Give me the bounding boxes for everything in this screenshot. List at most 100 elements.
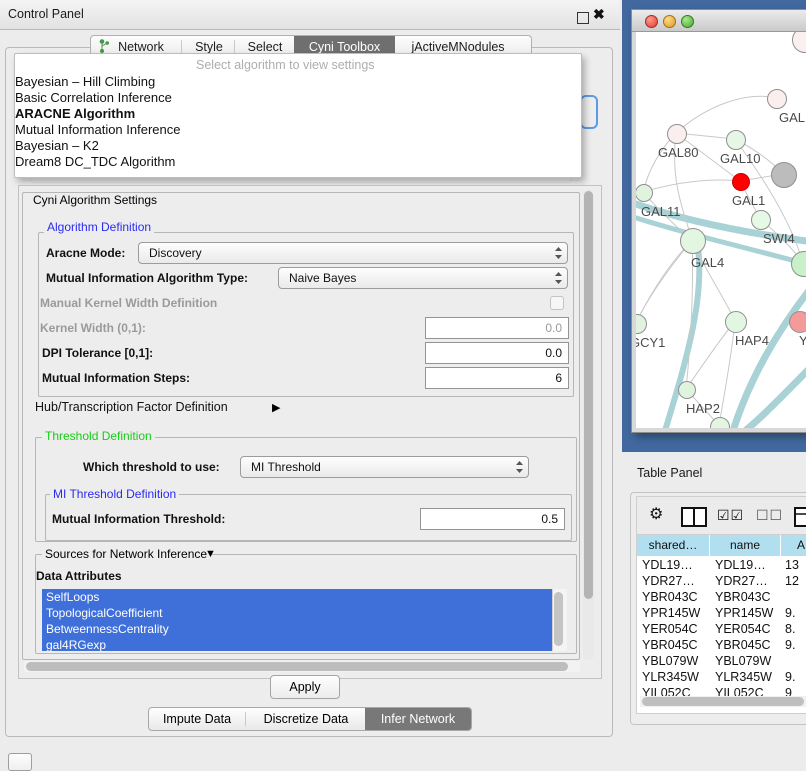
mutual-information-threshold-value: 0.5: [541, 512, 558, 526]
network-node[interactable]: [767, 89, 787, 109]
network-node[interactable]: [667, 124, 687, 144]
apply-button[interactable]: Apply: [270, 675, 340, 699]
control-panel-titlebar: [0, 0, 620, 30]
close-icon[interactable]: ✖: [593, 6, 605, 23]
mi-steps-input[interactable]: 6: [425, 367, 569, 389]
network-node-icon: [98, 39, 110, 53]
cell-shared: YPR145W: [642, 606, 700, 620]
mi-algorithm-type-combo[interactable]: Naive Bayes: [278, 267, 568, 289]
mi-algorithm-type-label: Mutual Information Algorithm Type:: [46, 271, 248, 285]
popup-item-aracne-algorithm[interactable]: ARACNE Algorithm: [15, 106, 135, 121]
manual-kernel-width-checkbox[interactable]: [550, 296, 564, 310]
tab-impute-data[interactable]: Impute Data: [149, 708, 245, 730]
list-item[interactable]: TopologicalCoefficient: [46, 606, 163, 620]
popup-item-bayesian-k2[interactable]: Bayesian – K2: [15, 138, 99, 153]
cell-a: 12: [785, 574, 799, 588]
tab-infer-network[interactable]: Infer Network: [365, 708, 471, 730]
cell-name: YER054C: [715, 622, 771, 636]
algorithm-definition-title: Algorithm Definition: [44, 220, 154, 234]
data-attributes-list[interactable]: SelfLoops TopologicalCoefficient Between…: [42, 589, 552, 651]
cell-shared: YBR043C: [642, 590, 698, 604]
cyni-bottom-tabs: Impute Data Discretize Data Infer Networ…: [148, 707, 472, 731]
which-threshold-combo[interactable]: MI Threshold: [240, 456, 529, 478]
column-header-a[interactable]: A: [781, 535, 806, 556]
table-panel-table[interactable]: shared… name A YDL19… YDL19… 13 YDR27… Y…: [636, 534, 806, 714]
dpi-tolerance-value: 0.0: [545, 346, 562, 360]
network-node[interactable]: [725, 311, 747, 333]
node-label: GAL4: [691, 255, 724, 270]
minimize-button[interactable]: [663, 15, 676, 28]
cell-a: 9.: [785, 670, 795, 684]
cell-name: YLR345W: [715, 670, 772, 684]
kernel-width-label: Kernel Width (0,1):: [40, 321, 146, 335]
zoom-button[interactable]: [681, 15, 694, 28]
node-label: GAL11: [641, 204, 681, 219]
data-attributes-list-scrollbar-thumb[interactable]: [554, 592, 563, 646]
data-attributes-label: Data Attributes: [36, 569, 122, 583]
cell-a: 9.: [785, 638, 795, 652]
node-label: HAP4: [735, 333, 769, 348]
close-button[interactable]: [645, 15, 658, 28]
cell-a: 13: [785, 558, 799, 572]
hub-transcription-factor-section[interactable]: Hub/Transcription Factor Definition: [35, 400, 228, 414]
mi-threshold-definition-title: MI Threshold Definition: [50, 487, 179, 501]
node-label: GAL: [779, 110, 805, 125]
network-node[interactable]: [751, 210, 771, 230]
triangle-down-icon[interactable]: ▼: [205, 548, 216, 560]
cell-shared: YER054C: [642, 622, 698, 636]
mutual-information-threshold-input[interactable]: 0.5: [420, 508, 565, 530]
cyni-algorithm-settings-title: Cyni Algorithm Settings: [30, 193, 160, 207]
column-header-shared[interactable]: shared…: [637, 535, 710, 556]
manual-kernel-width-label: Manual Kernel Width Definition: [40, 296, 217, 310]
checked-checkboxes-icon[interactable]: ☑☑: [717, 508, 744, 522]
cell-name: YBL079W: [715, 654, 771, 668]
split-columns-icon[interactable]: [681, 507, 707, 527]
cell-shared: YBR045C: [642, 638, 698, 652]
popup-item-bayesian-hill-climbing[interactable]: Bayesian – Hill Climbing: [15, 74, 155, 89]
node-label: GAL10: [720, 151, 760, 166]
list-item[interactable]: SelfLoops: [46, 590, 99, 604]
aracne-mode-combo[interactable]: Discovery: [138, 242, 568, 264]
popup-item-basic-correlation-inference[interactable]: Basic Correlation Inference: [15, 90, 172, 105]
cell-name: YDL19…: [715, 558, 766, 572]
unchecked-checkboxes-icon[interactable]: ☐☐: [756, 508, 783, 522]
aracne-mode-value: Discovery: [149, 246, 202, 260]
sources-group-title: Sources for Network Inference: [42, 547, 210, 561]
network-view-titlebar[interactable]: [632, 10, 806, 32]
tab-discretize-data[interactable]: Discretize Data: [247, 708, 365, 730]
gear-icon[interactable]: ⚙: [649, 507, 663, 523]
node-label: GCY1: [636, 335, 665, 350]
network-node[interactable]: [678, 381, 696, 399]
spinner-arrows-icon[interactable]: [516, 461, 523, 473]
tab-divider: [245, 712, 246, 726]
network-node[interactable]: [726, 130, 746, 150]
popup-item-dream8-dc-tdc-algorithm[interactable]: Dream8 DC_TDC Algorithm: [15, 154, 175, 169]
network-node[interactable]: [680, 228, 706, 254]
dpi-tolerance-input[interactable]: 0.0: [425, 342, 569, 364]
node-label: Y: [799, 333, 806, 348]
network-node[interactable]: [771, 162, 797, 188]
kernel-width-input[interactable]: 0.0: [425, 317, 569, 339]
list-item[interactable]: gal4RGexp: [46, 638, 106, 651]
restore-icon[interactable]: [577, 12, 589, 24]
network-node-selected[interactable]: [732, 173, 750, 191]
which-threshold-value: MI Threshold: [251, 460, 321, 474]
column-header-name[interactable]: name: [710, 535, 781, 556]
cell-shared: YBL079W: [642, 654, 698, 668]
control-panel-title: Control Panel: [8, 7, 84, 21]
list-item[interactable]: BetweennessCentrality: [46, 622, 169, 636]
popup-item-mutual-information-inference[interactable]: Mutual Information Inference: [15, 122, 180, 137]
threshold-definition-title: Threshold Definition: [42, 429, 155, 443]
network-node[interactable]: [789, 311, 806, 333]
toolbar-button[interactable]: [8, 753, 32, 771]
mi-algorithm-type-value: Naive Bayes: [289, 271, 356, 285]
spinner-arrows-icon[interactable]: [555, 247, 562, 259]
triangle-right-icon[interactable]: ▶: [272, 401, 280, 414]
table-horizontal-scrollbar-thumb[interactable]: [642, 697, 804, 706]
settings-vertical-scrollbar-thumb[interactable]: [584, 191, 593, 599]
aracne-mode-label: Aracne Mode:: [46, 246, 125, 260]
spinner-arrows-icon[interactable]: [555, 272, 562, 284]
settings-horizontal-scrollbar-thumb[interactable]: [26, 662, 568, 671]
network-canvas[interactable]: GAL GAL80 GAL10 GAL1 GAL11 SWI4 GAL4 GCY…: [636, 32, 806, 428]
table-icon[interactable]: [794, 507, 806, 527]
